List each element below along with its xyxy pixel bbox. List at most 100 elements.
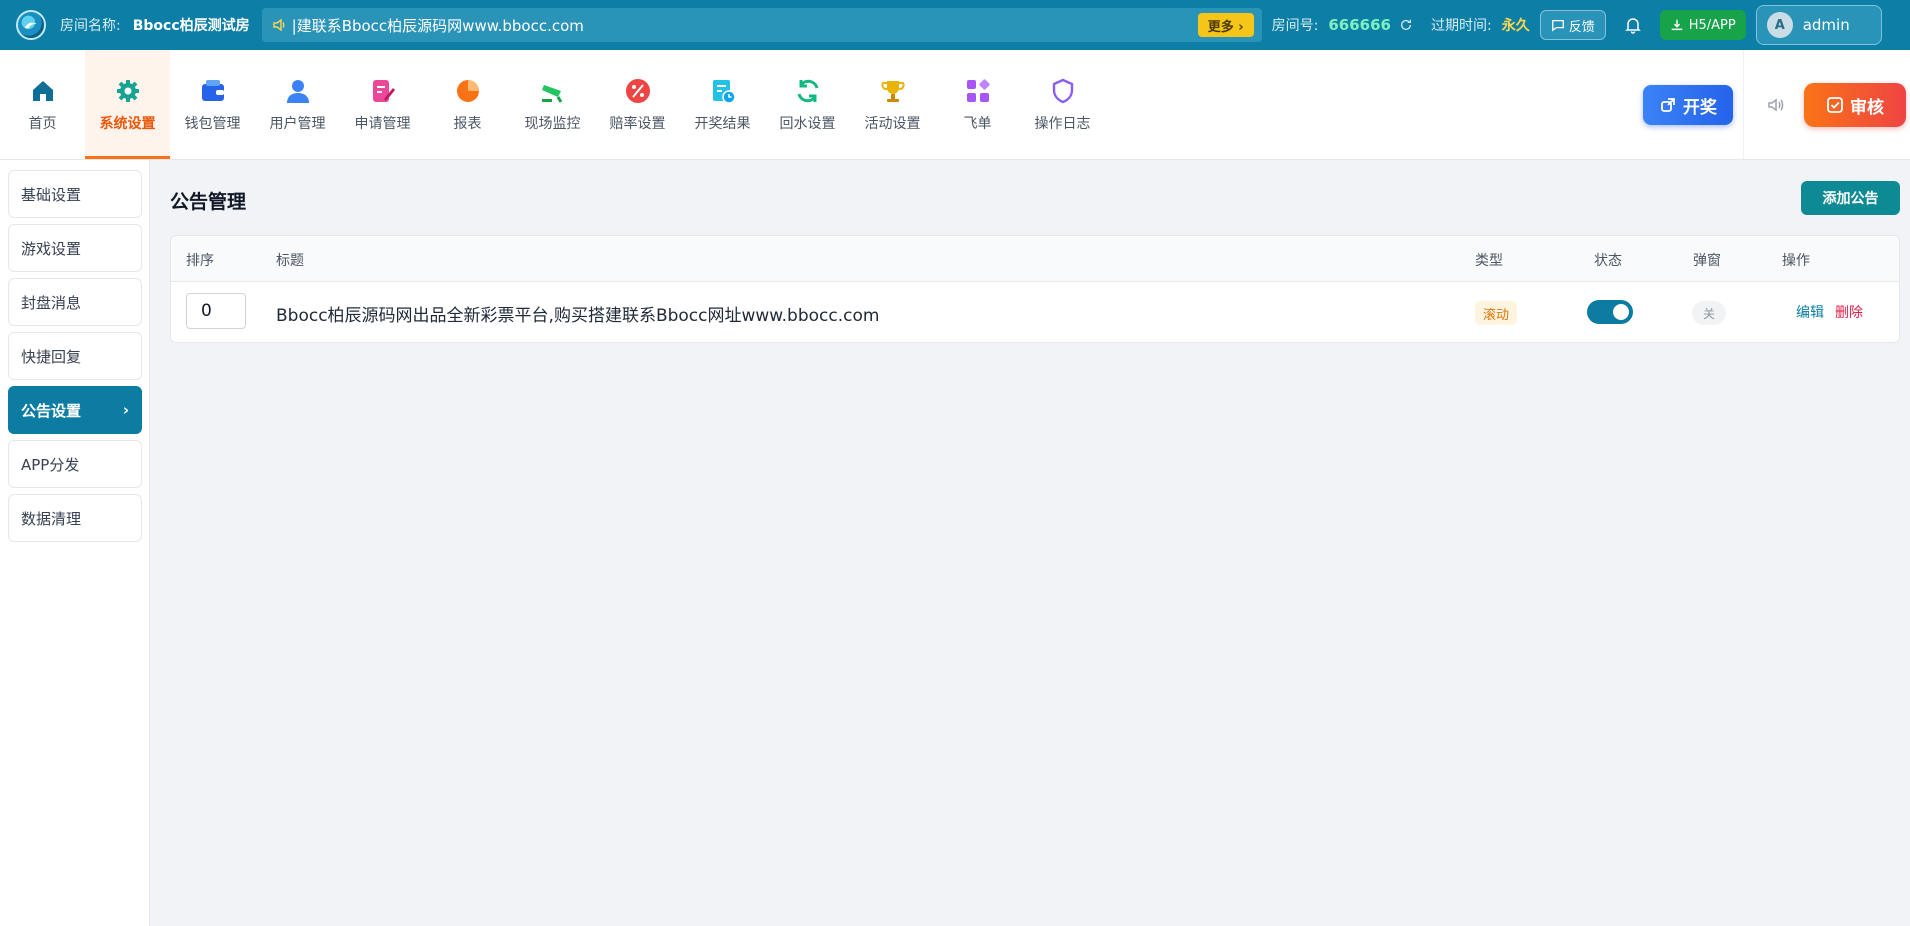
feedback-label: 反馈 (1568, 19, 1595, 35)
audit-label: 审核 (1850, 97, 1884, 118)
popup-badge[interactable]: 关 (1692, 301, 1726, 325)
sidebar-item-label: 封盘消息 (21, 293, 82, 312)
nav-item-activities[interactable]: 活动设置 (850, 50, 935, 159)
h5-app-label: H5/APP (1688, 17, 1736, 33)
sidebar-item-game-settings[interactable]: 游戏设置 (8, 224, 142, 272)
nav-divider (1743, 50, 1744, 159)
main-nav: 首页 系统设置 钱包管理 用户管理 申请管理 报表 现场监控 赔率设置 开奖结果… (0, 50, 1910, 160)
nav-item-label: 赔率设置 (609, 115, 666, 132)
nav-item-reports[interactable]: 报表 (425, 50, 510, 159)
bell-icon[interactable] (1624, 16, 1642, 34)
nav-item-label: 系统设置 (99, 115, 156, 132)
sidebar-item-announcement-settings[interactable]: 公告设置 › (8, 386, 142, 434)
nav-item-users[interactable]: 用户管理 (255, 50, 340, 159)
chat-icon (1551, 19, 1564, 32)
announcement-title: Bbocc柏辰源码网出品全新彩票平台,购买搭建联系Bbocc网址www.bboc… (276, 306, 880, 326)
nav-item-label: 操作日志 (1034, 115, 1091, 132)
room-number: 666666 (1328, 16, 1391, 34)
settings-sidebar: 基础设置 游戏设置 封盘消息 快捷回复 公告设置 › APP分发 数据清理 (0, 160, 150, 926)
sidebar-item-label: 基础设置 (21, 185, 82, 204)
speaker-icon (272, 18, 285, 32)
nav-item-label: 活动设置 (864, 115, 921, 132)
nav-item-label: 用户管理 (269, 115, 326, 132)
draw-button[interactable]: 开奖 (1643, 85, 1733, 125)
nav-item-label: 飞单 (963, 115, 992, 132)
draw-label: 开奖 (1683, 97, 1717, 118)
table-header: 排序 标题 类型 状态 弹窗 操作 (171, 236, 1899, 282)
sidebar-item-label: 快捷回复 (21, 347, 82, 366)
h5-app-button[interactable]: H5/APP (1659, 10, 1746, 40)
wallet-icon (201, 79, 224, 101)
column-header-sort: 排序 (186, 253, 214, 269)
column-header-status: 状态 (1594, 253, 1622, 269)
sync-icon (797, 79, 818, 102)
more-button[interactable]: 更多 › (1197, 13, 1254, 37)
gear-icon (116, 79, 139, 102)
nav-item-label: 回水设置 (779, 115, 836, 132)
room-name-label: 房间名称: (60, 18, 121, 34)
add-announcement-button[interactable]: 添加公告 (1801, 181, 1900, 215)
audit-button[interactable]: 审核 (1804, 83, 1906, 127)
nav-item-label: 首页 (28, 115, 57, 132)
table-row: Bbocc柏辰源码网出品全新彩票平台,购买搭建联系Bbocc网址www.bboc… (171, 282, 1899, 344)
volume-icon[interactable] (1766, 95, 1786, 115)
nav-item-operation-log[interactable]: 操作日志 (1020, 50, 1105, 159)
announcement-marquee[interactable]: |建联系Bbocc柏辰源码网www.bbocc.com 更多 › (261, 8, 1262, 42)
nav-item-label: 报表 (453, 115, 482, 132)
nav-item-wallet[interactable]: 钱包管理 (170, 50, 255, 159)
home-icon (32, 80, 53, 101)
nav-item-draw-results[interactable]: 开奖结果 (680, 50, 765, 159)
sidebar-item-app-distribution[interactable]: APP分发 (8, 440, 142, 488)
shield-icon (1052, 78, 1073, 103)
column-header-type: 类型 (1475, 253, 1503, 269)
room-name: Bbocc柏辰测试房 (132, 18, 250, 34)
trophy-icon (880, 80, 905, 102)
nav-item-label: 开奖结果 (694, 115, 751, 132)
delete-link[interactable]: 删除 (1835, 302, 1863, 322)
sidebar-item-basic-settings[interactable]: 基础设置 (8, 170, 142, 218)
page-title: 公告管理 (170, 191, 247, 213)
user-menu[interactable]: A admin (1755, 5, 1882, 45)
pie-chart-icon (456, 79, 479, 102)
nav-item-label: 钱包管理 (184, 115, 241, 132)
room-number-label: 房间号: (1271, 18, 1319, 34)
type-badge: 滚动 (1475, 301, 1518, 325)
logo-icon (16, 10, 46, 40)
top-bar: 房间名称: Bbocc柏辰测试房 |建联系Bbocc柏辰源码网www.bbocc… (0, 0, 1910, 50)
expire-label: 过期时间: (1430, 18, 1492, 34)
edit-document-icon (372, 79, 395, 102)
calendar-clock-icon (712, 79, 736, 104)
camera-icon (541, 84, 562, 103)
nav-item-applications[interactable]: 申请管理 (340, 50, 425, 159)
sidebar-item-label: 公告设置 (21, 401, 82, 420)
nav-item-rebate[interactable]: 回水设置 (765, 50, 850, 159)
column-header-popup: 弹窗 (1693, 253, 1721, 269)
announcement-table: 排序 标题 类型 状态 弹窗 操作 Bbocc柏辰源码网出品全新彩票平台,购买搭… (170, 235, 1900, 343)
marquee-text: |建联系Bbocc柏辰源码网www.bbocc.com (291, 16, 584, 35)
status-toggle[interactable] (1587, 300, 1633, 324)
nav-item-home[interactable]: 首页 (0, 50, 85, 159)
sidebar-item-label: APP分发 (21, 455, 80, 474)
nav-item-label: 现场监控 (524, 115, 581, 132)
nav-item-monitoring[interactable]: 现场监控 (510, 50, 595, 159)
external-link-icon (1661, 98, 1675, 112)
sidebar-item-quick-reply[interactable]: 快捷回复 (8, 332, 142, 380)
nav-item-system-settings[interactable]: 系统设置 (85, 50, 170, 159)
nav-item-fly-order[interactable]: 飞单 (935, 50, 1020, 159)
sidebar-item-close-message[interactable]: 封盘消息 (8, 278, 142, 326)
user-name: admin (1802, 16, 1850, 34)
nav-item-odds[interactable]: 赔率设置 (595, 50, 680, 159)
refresh-icon[interactable] (1399, 18, 1413, 32)
expire-value: 永久 (1501, 18, 1530, 34)
feedback-button[interactable]: 反馈 (1539, 10, 1606, 40)
toggle-knob (1613, 304, 1629, 320)
column-header-actions: 操作 (1782, 253, 1810, 269)
download-icon (1671, 19, 1682, 31)
sidebar-item-label: 数据清理 (21, 509, 82, 528)
sidebar-item-data-cleanup[interactable]: 数据清理 (8, 494, 142, 542)
percent-icon (625, 78, 650, 103)
user-icon (286, 79, 309, 103)
sort-order-input[interactable] (186, 293, 246, 329)
chevron-right-icon: › (122, 401, 129, 419)
edit-link[interactable]: 编辑 (1796, 302, 1824, 322)
